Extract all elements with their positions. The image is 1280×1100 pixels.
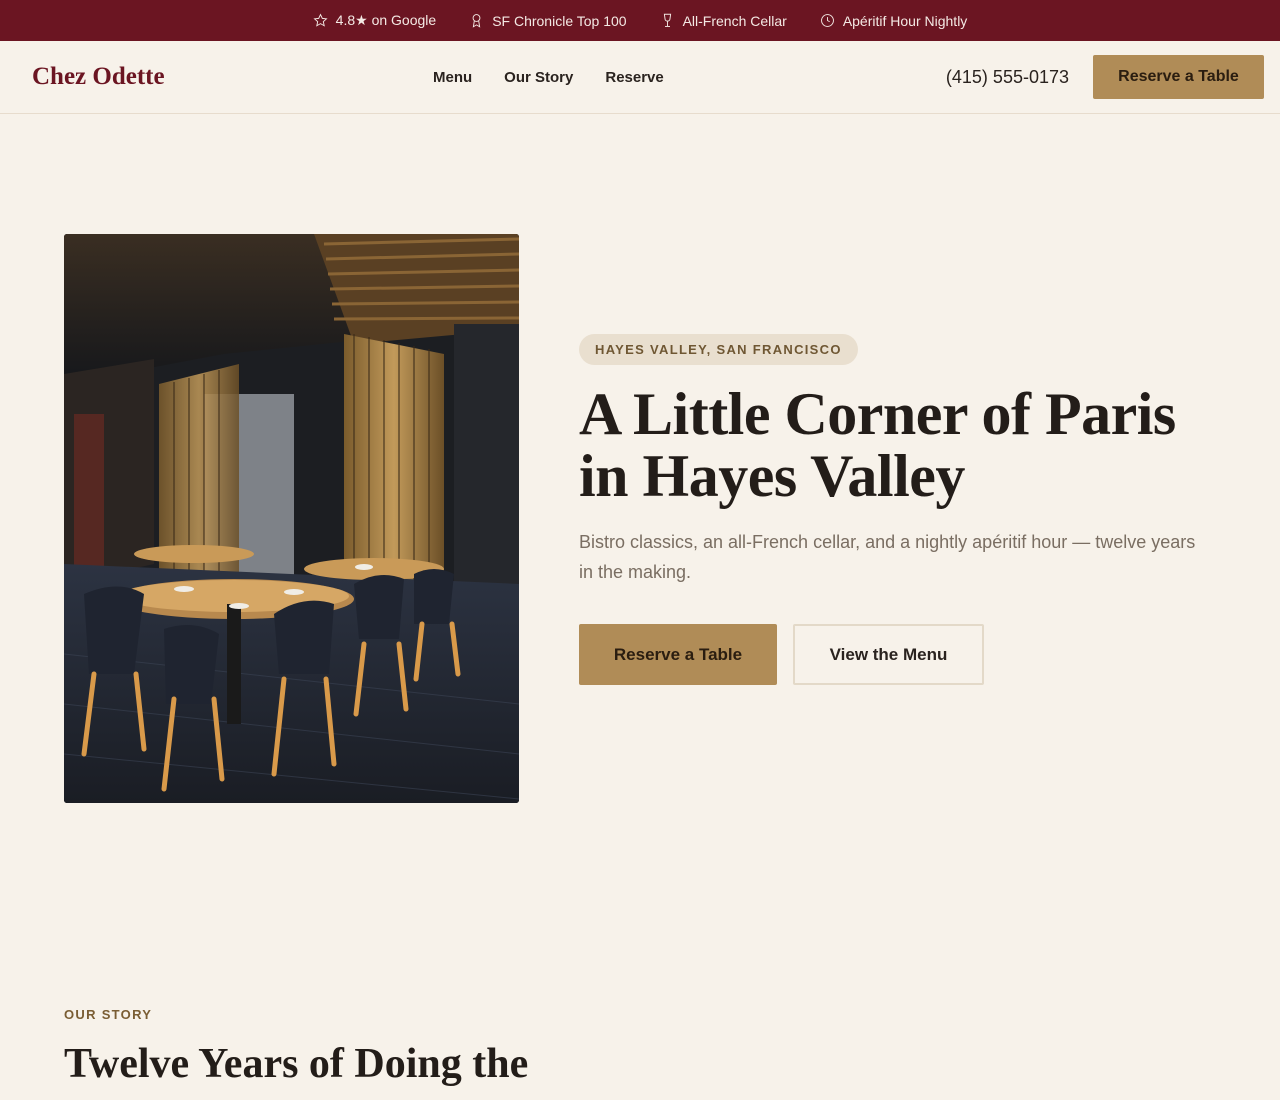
- restaurant-interior-photo: [64, 234, 519, 803]
- wine-glass-icon: [663, 13, 671, 27]
- location-badge: HAYES VALLEY, SAN FRANCISCO: [579, 334, 858, 365]
- header-actions: (415) 555-0173 Reserve a Table: [946, 55, 1264, 99]
- clock-icon: [820, 14, 834, 27]
- nav-link-our-story[interactable]: Our Story: [504, 69, 573, 86]
- topbar-item-award: SF Chronicle Top 100: [469, 12, 627, 29]
- story-title: Twelve Years of Doing the: [64, 1041, 529, 1087]
- topbar-label: 4.8★ on Google: [335, 12, 437, 28]
- view-menu-button[interactable]: View the Menu: [793, 624, 984, 685]
- logo[interactable]: Chez Odette: [32, 63, 165, 91]
- topbar-label: All-French Cellar: [682, 12, 787, 29]
- award-icon: [472, 14, 481, 28]
- hero-actions: Reserve a Table View the Menu: [579, 624, 1219, 685]
- story-eyebrow: OUR STORY: [64, 1007, 153, 1022]
- topbar-item-rating: 4.8★ on Google: [313, 12, 437, 29]
- hero-reserve-button[interactable]: Reserve a Table: [579, 624, 777, 685]
- story-section: OUR STORY Twelve Years of Doing the: [64, 1007, 584, 1088]
- site-header: Chez Odette Menu Our Story Reserve (415)…: [0, 41, 1280, 114]
- nav-link-reserve[interactable]: Reserve: [605, 69, 663, 86]
- hero-title: A Little Corner of Paris in Hayes Valley: [579, 381, 1176, 509]
- hero-subtitle: Bistro classics, an all-French cellar, a…: [579, 532, 1196, 582]
- hero-content: HAYES VALLEY, SAN FRANCISCO A Little Cor…: [579, 334, 1219, 685]
- header-reserve-button[interactable]: Reserve a Table: [1093, 55, 1264, 99]
- main-nav: Menu Our Story Reserve: [433, 41, 664, 113]
- star-icon: [313, 13, 328, 27]
- nav-link-menu[interactable]: Menu: [433, 69, 472, 86]
- hero-section: HAYES VALLEY, SAN FRANCISCO A Little Cor…: [0, 114, 1280, 914]
- topbar-label: Apéritif Hour Nightly: [842, 12, 968, 29]
- topbar-item-cellar: All-French Cellar: [660, 13, 787, 29]
- top-announcement-bar: 4.8★ on Google SF Chronicle Top 100 All-…: [0, 0, 1280, 41]
- topbar-item-aperitif: Apéritif Hour Nightly: [820, 12, 968, 29]
- phone-number[interactable]: (415) 555-0173: [946, 67, 1069, 88]
- topbar-label: SF Chronicle Top 100: [492, 12, 627, 29]
